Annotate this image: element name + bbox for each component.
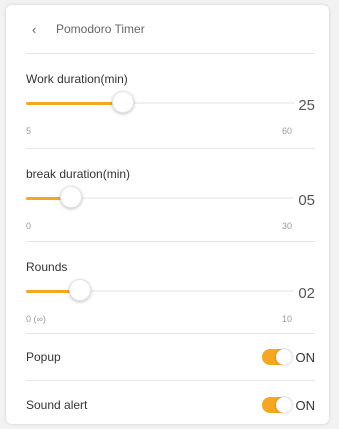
work-duration-section: Work duration(min) 25 5 60 — [26, 54, 315, 149]
header: ‹ Pomodoro Timer — [26, 5, 315, 54]
sound-alert-label: Sound alert — [26, 398, 88, 412]
break-duration-value: 05 — [298, 192, 315, 209]
work-duration-label: Work duration(min) — [26, 72, 128, 86]
popup-toggle-group: ON — [261, 349, 316, 365]
page-title: Pomodoro Timer — [56, 22, 145, 36]
rounds-value: 02 — [298, 285, 315, 302]
toggle-knob — [275, 397, 292, 413]
toggle-knob — [275, 349, 292, 365]
rounds-slider[interactable] — [26, 279, 294, 301]
slider-min-label: 0 (∞) — [26, 314, 46, 324]
break-duration-slider[interactable] — [26, 186, 294, 208]
slider-max-label: 30 — [282, 221, 293, 231]
popup-row: Popup ON — [26, 334, 315, 381]
settings-panel: ‹ Pomodoro Timer Work duration(min) 25 5… — [6, 5, 329, 424]
work-duration-value: 25 — [298, 97, 315, 114]
popup-toggle-state: ON — [295, 349, 316, 365]
slider-handle[interactable] — [68, 279, 91, 301]
back-chevron-icon[interactable]: ‹ — [32, 22, 46, 37]
break-duration-label: break duration(min) — [26, 167, 131, 181]
slider-handle[interactable] — [112, 91, 135, 113]
popup-label: Popup — [26, 350, 61, 364]
work-duration-slider[interactable] — [26, 91, 294, 113]
rounds-section: Rounds 02 0 (∞) 10 — [26, 242, 315, 334]
sound-alert-toggle-state: ON — [295, 397, 316, 413]
popup-toggle[interactable] — [261, 349, 292, 365]
slider-min-label: 0 — [26, 221, 32, 231]
slider-fill — [26, 101, 124, 105]
break-duration-section: break duration(min) 05 0 30 — [26, 149, 315, 242]
slider-handle[interactable] — [59, 186, 82, 208]
rounds-label: Rounds — [26, 260, 68, 274]
sound-alert-toggle-group: ON — [261, 397, 316, 413]
slider-max-label: 60 — [282, 126, 293, 136]
sound-alert-toggle[interactable] — [261, 397, 292, 413]
slider-min-label: 5 — [26, 126, 32, 136]
slider-max-label: 10 — [282, 314, 293, 324]
sound-alert-row: Sound alert ON — [26, 381, 315, 429]
